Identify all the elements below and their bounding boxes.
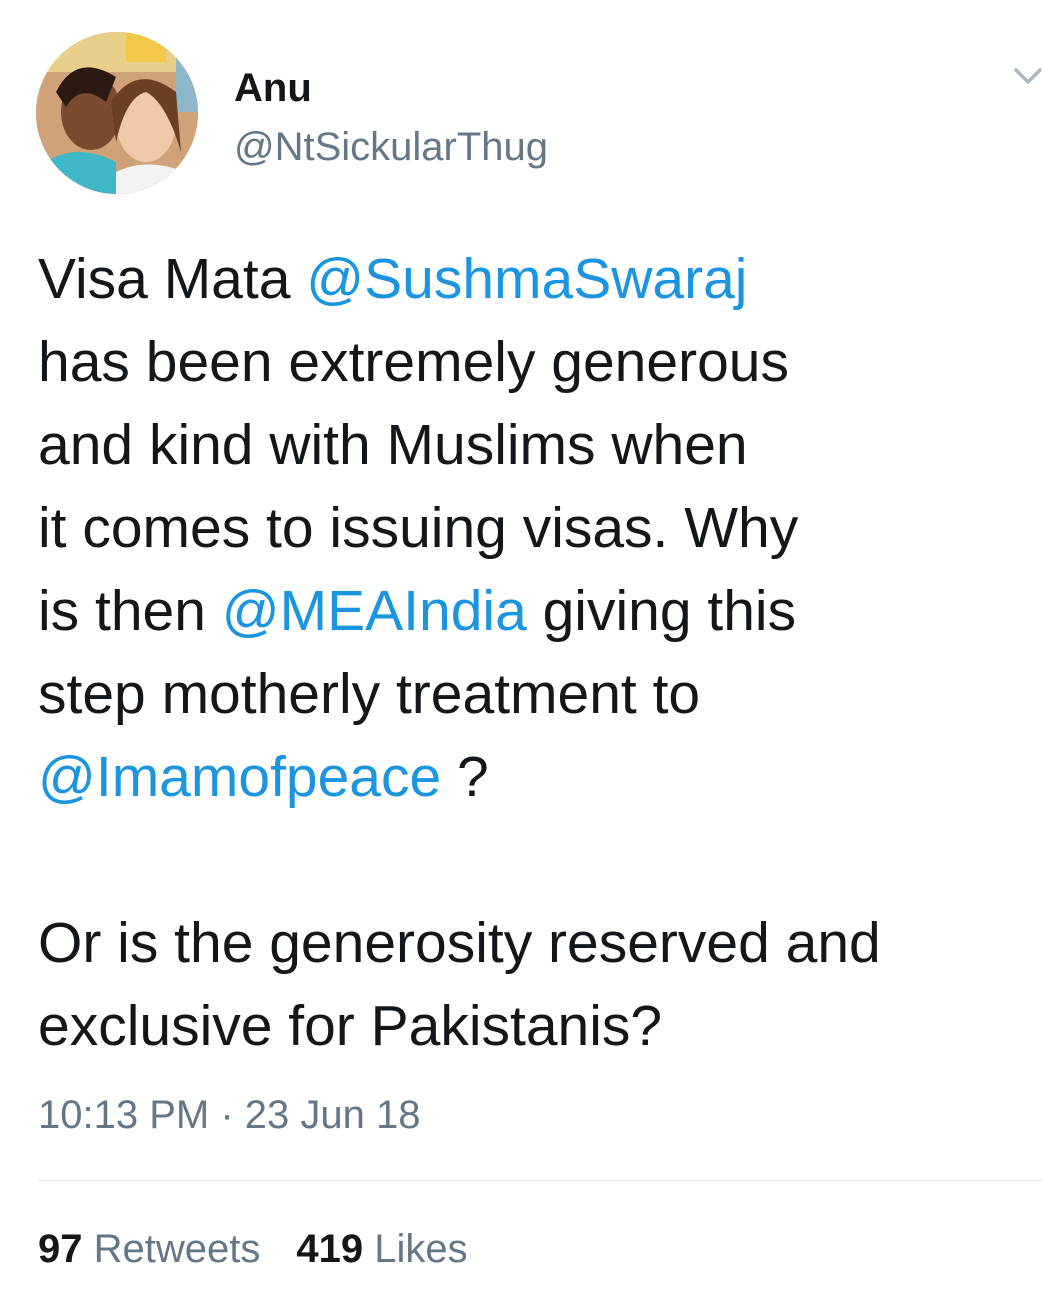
avatar-photo-icon: [36, 32, 198, 194]
tweet-stats: 97 Retweets 419 Likes: [38, 1224, 504, 1274]
mention-link-imamofpeace[interactable]: @Imamofpeace: [38, 745, 441, 809]
retweets-count: 97: [38, 1227, 83, 1271]
tweet-text: Visa Mata @SushmaSwaraj has been extreme…: [38, 238, 1038, 1068]
tweet-line: is then @MEAIndia giving this: [38, 570, 1038, 653]
tweet-line: it comes to issuing visas. Why: [38, 496, 799, 560]
tweet-line: exclusive for Pakistanis?: [38, 994, 663, 1058]
chevron-down-icon: [1014, 68, 1042, 84]
retweets-stat[interactable]: 97 Retweets: [38, 1224, 260, 1274]
tweet-line: @Imamofpeace ?: [38, 736, 1038, 819]
tweet-line: step motherly treatment to: [38, 662, 701, 726]
likes-count: 419: [296, 1227, 364, 1271]
author-display-name[interactable]: Anu: [234, 64, 312, 112]
tweet-line: Or is the generosity reserved and: [38, 911, 881, 975]
tweet-timestamp[interactable]: 10:13 PM · 23 Jun 18: [38, 1090, 420, 1140]
divider: [38, 1180, 1043, 1181]
likes-label: Likes: [374, 1227, 468, 1271]
avatar[interactable]: [36, 32, 198, 194]
more-options-button[interactable]: [1006, 58, 1050, 98]
tweet-line: has been extremely generous: [38, 330, 789, 394]
author-handle[interactable]: @NtSickularThug: [234, 123, 548, 171]
tweet-card: Anu @NtSickularThug Visa Mata @SushmaSwa…: [0, 0, 1057, 1303]
tweet-text-segment: giving this: [526, 579, 797, 643]
tweet-text-segment: Visa Mata: [38, 247, 307, 311]
tweet-line: Visa Mata @SushmaSwaraj: [38, 238, 1038, 321]
retweets-label: Retweets: [93, 1227, 261, 1271]
likes-stat[interactable]: 419 Likes: [296, 1224, 467, 1274]
tweet-text-segment: is then: [38, 579, 222, 643]
mention-link-meaindia[interactable]: @MEAIndia: [222, 579, 527, 643]
mention-link-sushmaswaraj[interactable]: @SushmaSwaraj: [306, 247, 747, 311]
tweet-line: and kind with Muslims when: [38, 413, 748, 477]
tweet-text-segment: ?: [441, 745, 489, 809]
